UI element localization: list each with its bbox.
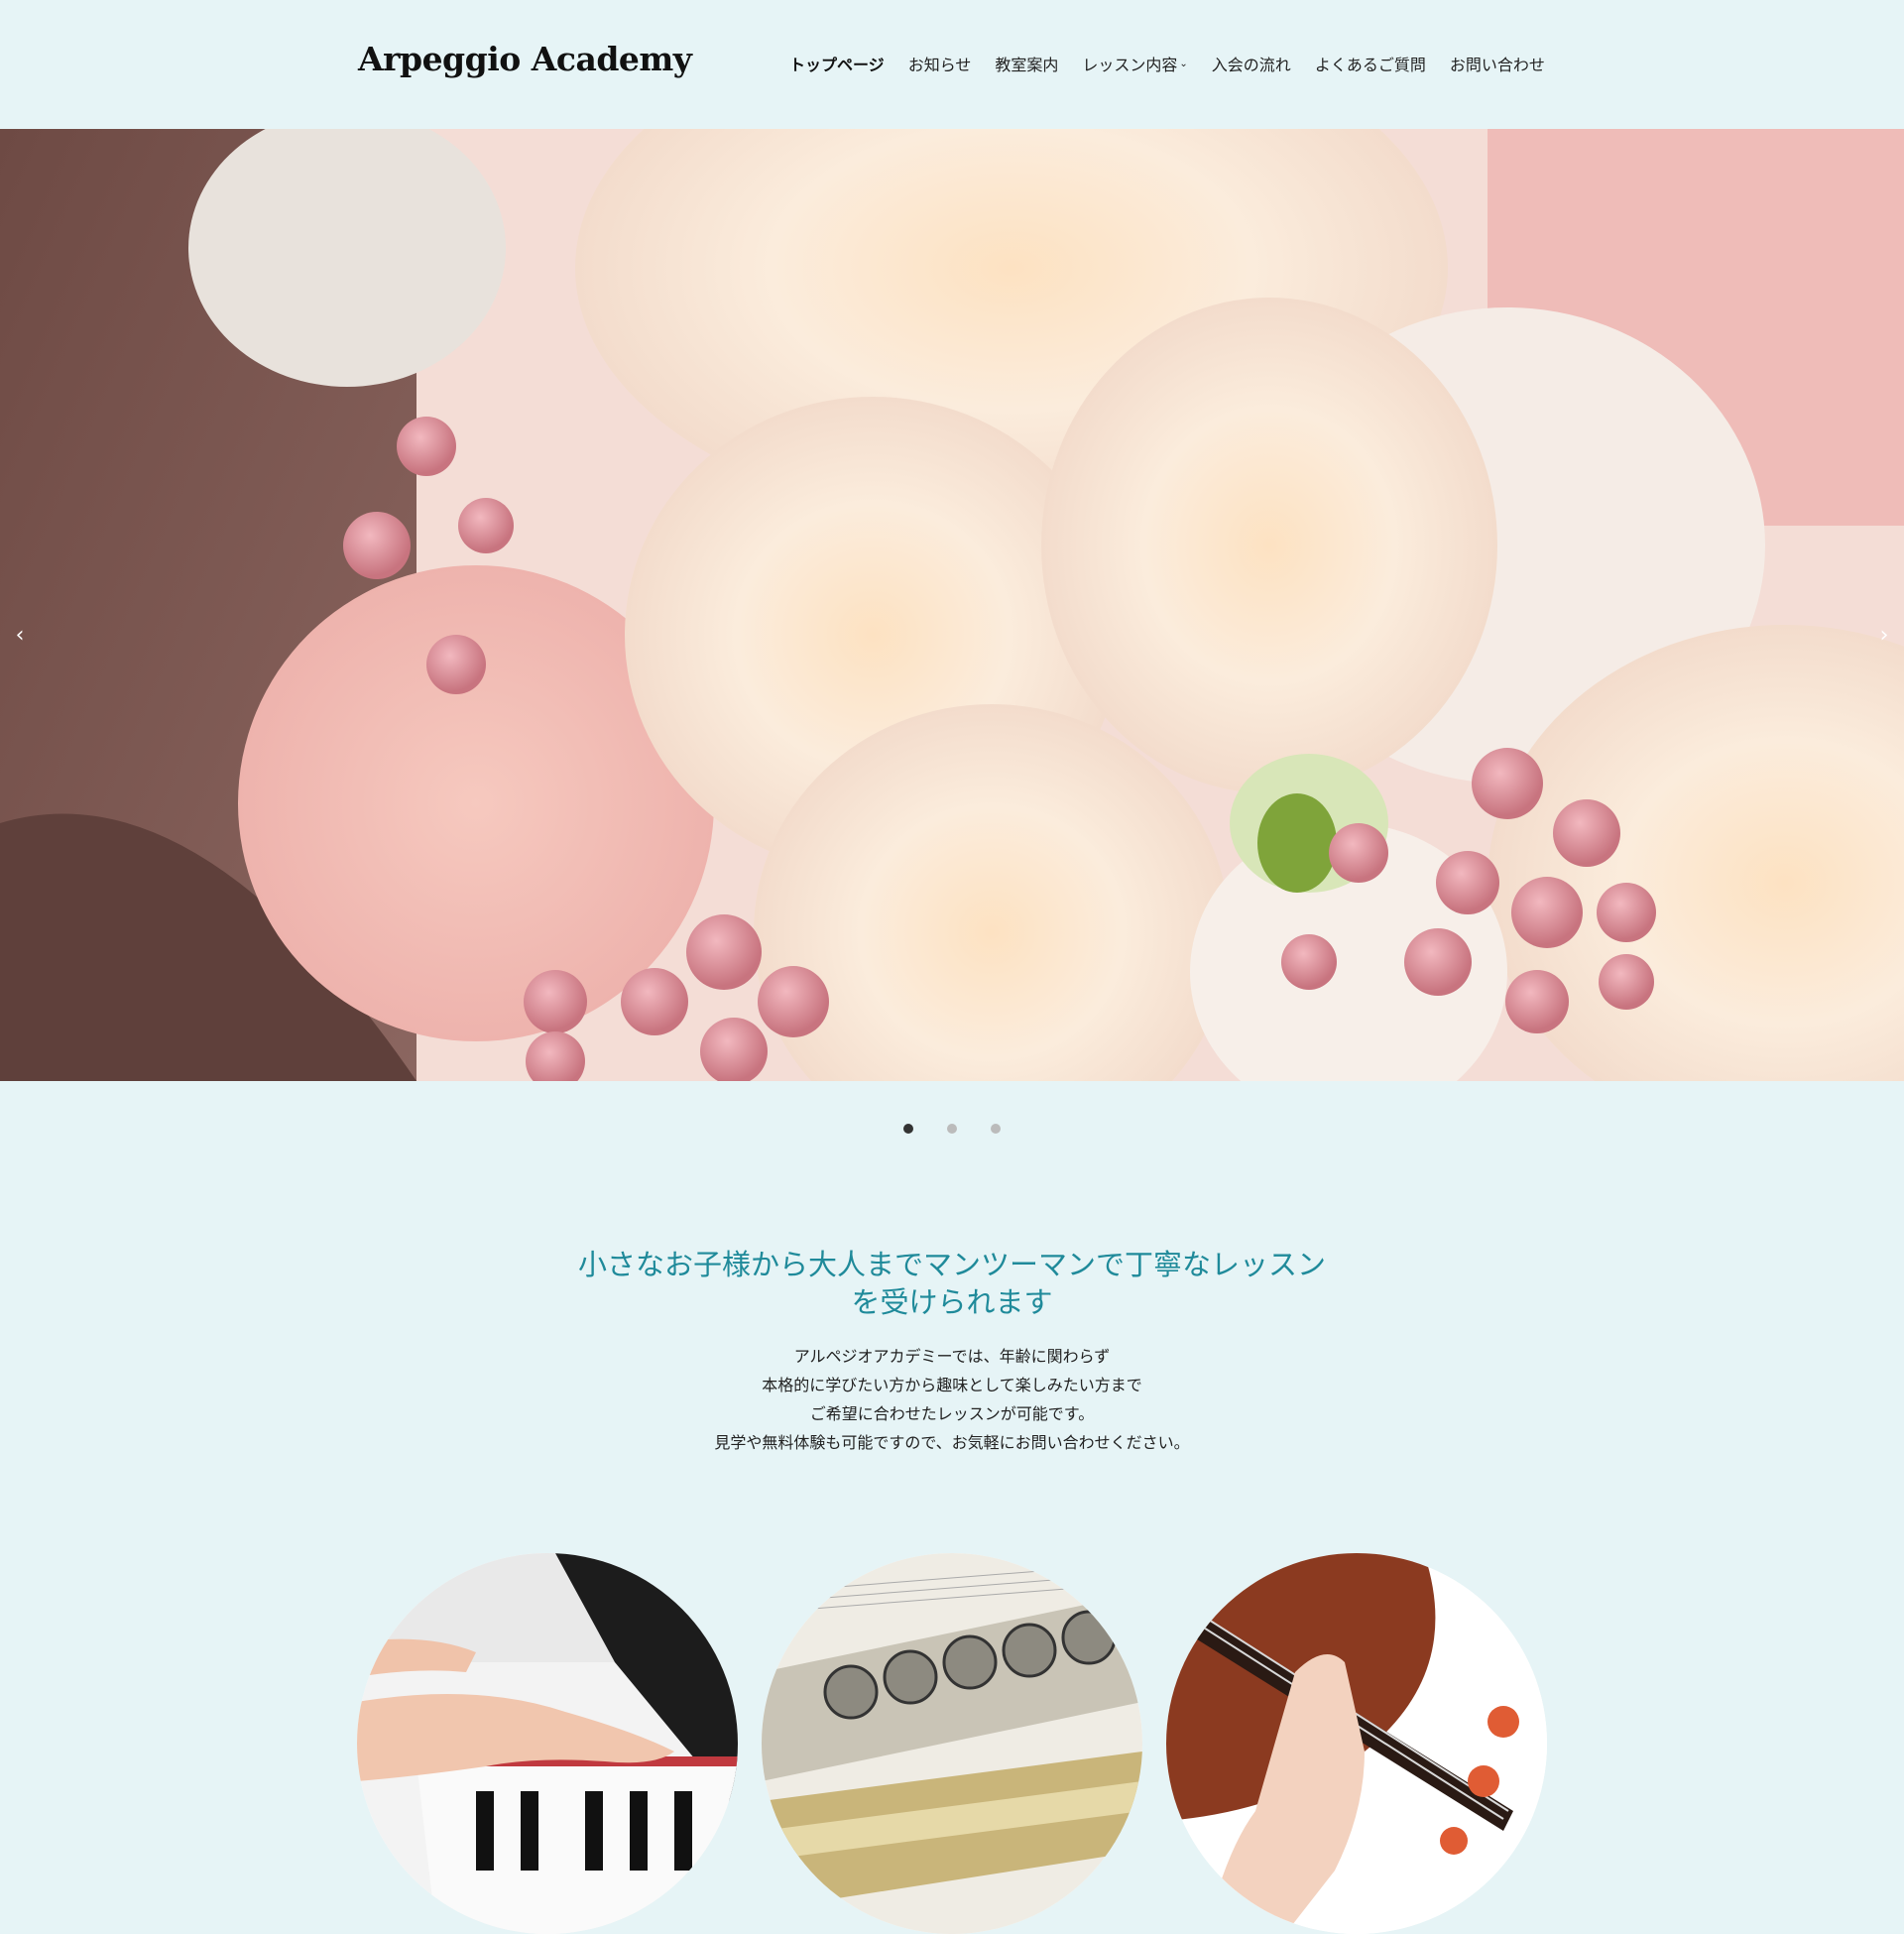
hero-slider: ‹ › xyxy=(0,129,1904,1081)
intro-heading: 小さなお子様から大人までマンツーマンで丁寧なレッスン を受けられます xyxy=(456,1246,1448,1321)
piano-lesson-image[interactable] xyxy=(357,1553,738,1934)
intro-text-line: ご希望に合わせたレッスンが可能です。 xyxy=(809,1404,1095,1423)
nav-item-news[interactable]: お知らせ xyxy=(908,52,972,75)
hero-flower-image xyxy=(0,129,1904,1081)
chevron-down-icon: ⌄ xyxy=(1179,58,1188,69)
slider-prev-button[interactable]: ‹ xyxy=(0,595,40,674)
intro-text-line: 見学や無料体験も可能ですので、お気軽にお問い合わせください。 xyxy=(714,1433,1190,1452)
chevron-left-icon: ‹ xyxy=(15,622,25,648)
main-nav: トップページ お知らせ 教室案内 レッスン内容 ⌄ 入会の流れ よくあるご質問 お… xyxy=(789,52,1545,75)
intro-text-line: 本格的に学びたい方から趣味として楽しみたい方まで xyxy=(762,1376,1142,1394)
flute-lesson-image[interactable] xyxy=(762,1553,1142,1934)
nav-item-lessons[interactable]: レッスン内容 ⌄ xyxy=(1082,52,1187,75)
site-header: Arpeggio Academy トップページ お知らせ 教室案内 レッスン内容… xyxy=(0,0,1904,129)
slider-dot-2[interactable] xyxy=(947,1124,957,1134)
slider-pagination xyxy=(0,1124,1904,1134)
site-logo[interactable]: Arpeggio Academy xyxy=(358,40,692,78)
nav-item-contact[interactable]: お問い合わせ xyxy=(1450,52,1545,75)
intro-text-line: アルペジオアカデミーでは、年齢に関わらず xyxy=(793,1347,1111,1366)
violin-lesson-image[interactable] xyxy=(1166,1553,1547,1934)
nav-item-about[interactable]: 教室案内 xyxy=(995,52,1058,75)
nav-item-faq[interactable]: よくあるご質問 xyxy=(1315,52,1426,75)
slider-dot-3[interactable] xyxy=(991,1124,1001,1134)
intro-heading-line-1: 小さなお子様から大人までマンツーマンで丁寧なレッスン xyxy=(577,1248,1326,1281)
intro-text: アルペジオアカデミーでは、年齢に関わらず 本格的に学びたい方から趣味として楽しみ… xyxy=(555,1342,1349,1457)
slider-next-button[interactable]: › xyxy=(1864,595,1904,674)
intro-heading-line-2: を受けられます xyxy=(851,1285,1053,1319)
nav-item-top[interactable]: トップページ xyxy=(789,52,885,75)
chevron-right-icon: › xyxy=(1879,622,1889,648)
slider-dot-1[interactable] xyxy=(903,1124,913,1134)
nav-item-enrollment[interactable]: 入会の流れ xyxy=(1212,52,1291,75)
